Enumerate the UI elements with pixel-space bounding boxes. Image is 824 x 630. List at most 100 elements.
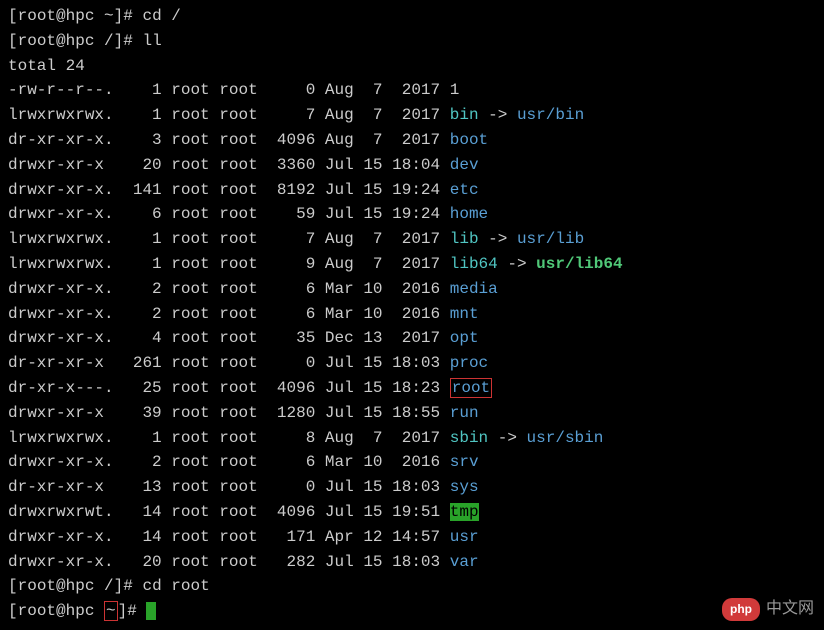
owner: root [171, 230, 209, 248]
file-name: tmp [450, 503, 479, 521]
symlink-target: usr/lib [517, 230, 584, 248]
file-name: lib64 [450, 255, 498, 273]
size: 0 [267, 354, 315, 372]
file-name: boot [450, 131, 488, 149]
owner: root [171, 280, 209, 298]
owner: root [171, 329, 209, 347]
prompt-line: [root@hpc ~]# [8, 599, 816, 624]
size: 8192 [267, 181, 315, 199]
link-count: 2 [123, 305, 161, 323]
size: 0 [267, 81, 315, 99]
ls-entry: -rw-r--r--. 1 root root 0 Aug 7 2017 1 [8, 78, 816, 103]
size: 282 [267, 553, 315, 571]
permissions: lrwxrwxrwx. [8, 429, 114, 447]
link-count: 14 [123, 528, 161, 546]
owner: root [171, 553, 209, 571]
group: root [219, 131, 257, 149]
permissions: dr-xr-xr-x. [8, 131, 114, 149]
file-name: lib [450, 230, 479, 248]
date: Jul 15 18:03 [325, 478, 440, 496]
permissions: lrwxrwxrwx. [8, 255, 114, 273]
size: 4096 [267, 131, 315, 149]
permissions: dr-xr-xr-x [8, 478, 114, 496]
link-count: 1 [123, 106, 161, 124]
link-count: 6 [123, 205, 161, 223]
date: Jul 15 18:03 [325, 354, 440, 372]
owner: root [171, 379, 209, 397]
ls-entry: drwxr-xr-x. 2 root root 6 Mar 10 2016 mn… [8, 302, 816, 327]
permissions: lrwxrwxrwx. [8, 106, 114, 124]
command-text: cd / [142, 7, 180, 25]
owner: root [171, 181, 209, 199]
cursor [146, 602, 156, 620]
ls-entry: drwxrwxrwt. 14 root root 4096 Jul 15 19:… [8, 500, 816, 525]
group: root [219, 404, 257, 422]
prompt-line: [root@hpc /]# ll [8, 29, 816, 54]
file-name: sbin [450, 429, 488, 447]
link-count: 20 [123, 156, 161, 174]
link-count: 1 [123, 81, 161, 99]
date: Apr 12 14:57 [325, 528, 440, 546]
date: Mar 10 2016 [325, 305, 440, 323]
date: Jul 15 19:24 [325, 181, 440, 199]
size: 3360 [267, 156, 315, 174]
file-name: media [450, 280, 498, 298]
link-count: 1 [123, 255, 161, 273]
ls-entry: drwxr-xr-x. 2 root root 6 Mar 10 2016 sr… [8, 450, 816, 475]
prompt-path: ~ [104, 7, 114, 25]
link-count: 4 [123, 329, 161, 347]
ls-entry: drwxr-xr-x. 4 root root 35 Dec 13 2017 o… [8, 326, 816, 351]
size: 8 [267, 429, 315, 447]
file-name: etc [450, 181, 479, 199]
prompt-user: root [18, 7, 56, 25]
ls-entry: drwxr-xr-x. 6 root root 59 Jul 15 19:24 … [8, 202, 816, 227]
link-count: 261 [123, 354, 161, 372]
owner: root [171, 453, 209, 471]
size: 35 [267, 329, 315, 347]
terminal-window[interactable]: [root@hpc ~]# cd / [root@hpc /]# lltotal … [8, 4, 816, 624]
symlink-target: usr/sbin [527, 429, 604, 447]
group: root [219, 379, 257, 397]
owner: root [171, 478, 209, 496]
prompt-host: hpc [66, 577, 95, 595]
ls-entry: dr-xr-xr-x. 3 root root 4096 Aug 7 2017 … [8, 128, 816, 153]
file-name: srv [450, 453, 479, 471]
file-name: root [450, 378, 492, 398]
prompt-user: root [18, 577, 56, 595]
size: 4096 [267, 503, 315, 521]
size: 171 [267, 528, 315, 546]
prompt-host: hpc [66, 32, 95, 50]
owner: root [171, 305, 209, 323]
size: 7 [267, 230, 315, 248]
link-count: 3 [123, 131, 161, 149]
group: root [219, 429, 257, 447]
symlink-target: usr/bin [517, 106, 584, 124]
size: 7 [267, 106, 315, 124]
owner: root [171, 255, 209, 273]
permissions: drwxr-xr-x [8, 404, 114, 422]
link-count: 2 [123, 453, 161, 471]
size: 6 [267, 280, 315, 298]
ls-entry: dr-xr-xr-x 13 root root 0 Jul 15 18:03 s… [8, 475, 816, 500]
permissions: drwxr-xr-x. [8, 453, 114, 471]
size: 4096 [267, 379, 315, 397]
owner: root [171, 528, 209, 546]
date: Dec 13 2017 [325, 329, 440, 347]
prompt-path: ~ [104, 601, 118, 621]
size: 9 [267, 255, 315, 273]
group: root [219, 230, 257, 248]
owner: root [171, 354, 209, 372]
ls-entry: drwxr-xr-x. 14 root root 171 Apr 12 14:5… [8, 525, 816, 550]
date: Aug 7 2017 [325, 131, 440, 149]
permissions: dr-xr-x---. [8, 379, 114, 397]
ls-entry: drwxr-xr-x. 2 root root 6 Mar 10 2016 me… [8, 277, 816, 302]
prompt-user: root [18, 602, 56, 620]
file-name: home [450, 205, 488, 223]
link-count: 13 [123, 478, 161, 496]
ls-entry: drwxr-xr-x. 141 root root 8192 Jul 15 19… [8, 178, 816, 203]
date: Aug 7 2017 [325, 429, 440, 447]
date: Aug 7 2017 [325, 230, 440, 248]
total-line: total 24 [8, 54, 816, 79]
group: root [219, 329, 257, 347]
group: root [219, 255, 257, 273]
